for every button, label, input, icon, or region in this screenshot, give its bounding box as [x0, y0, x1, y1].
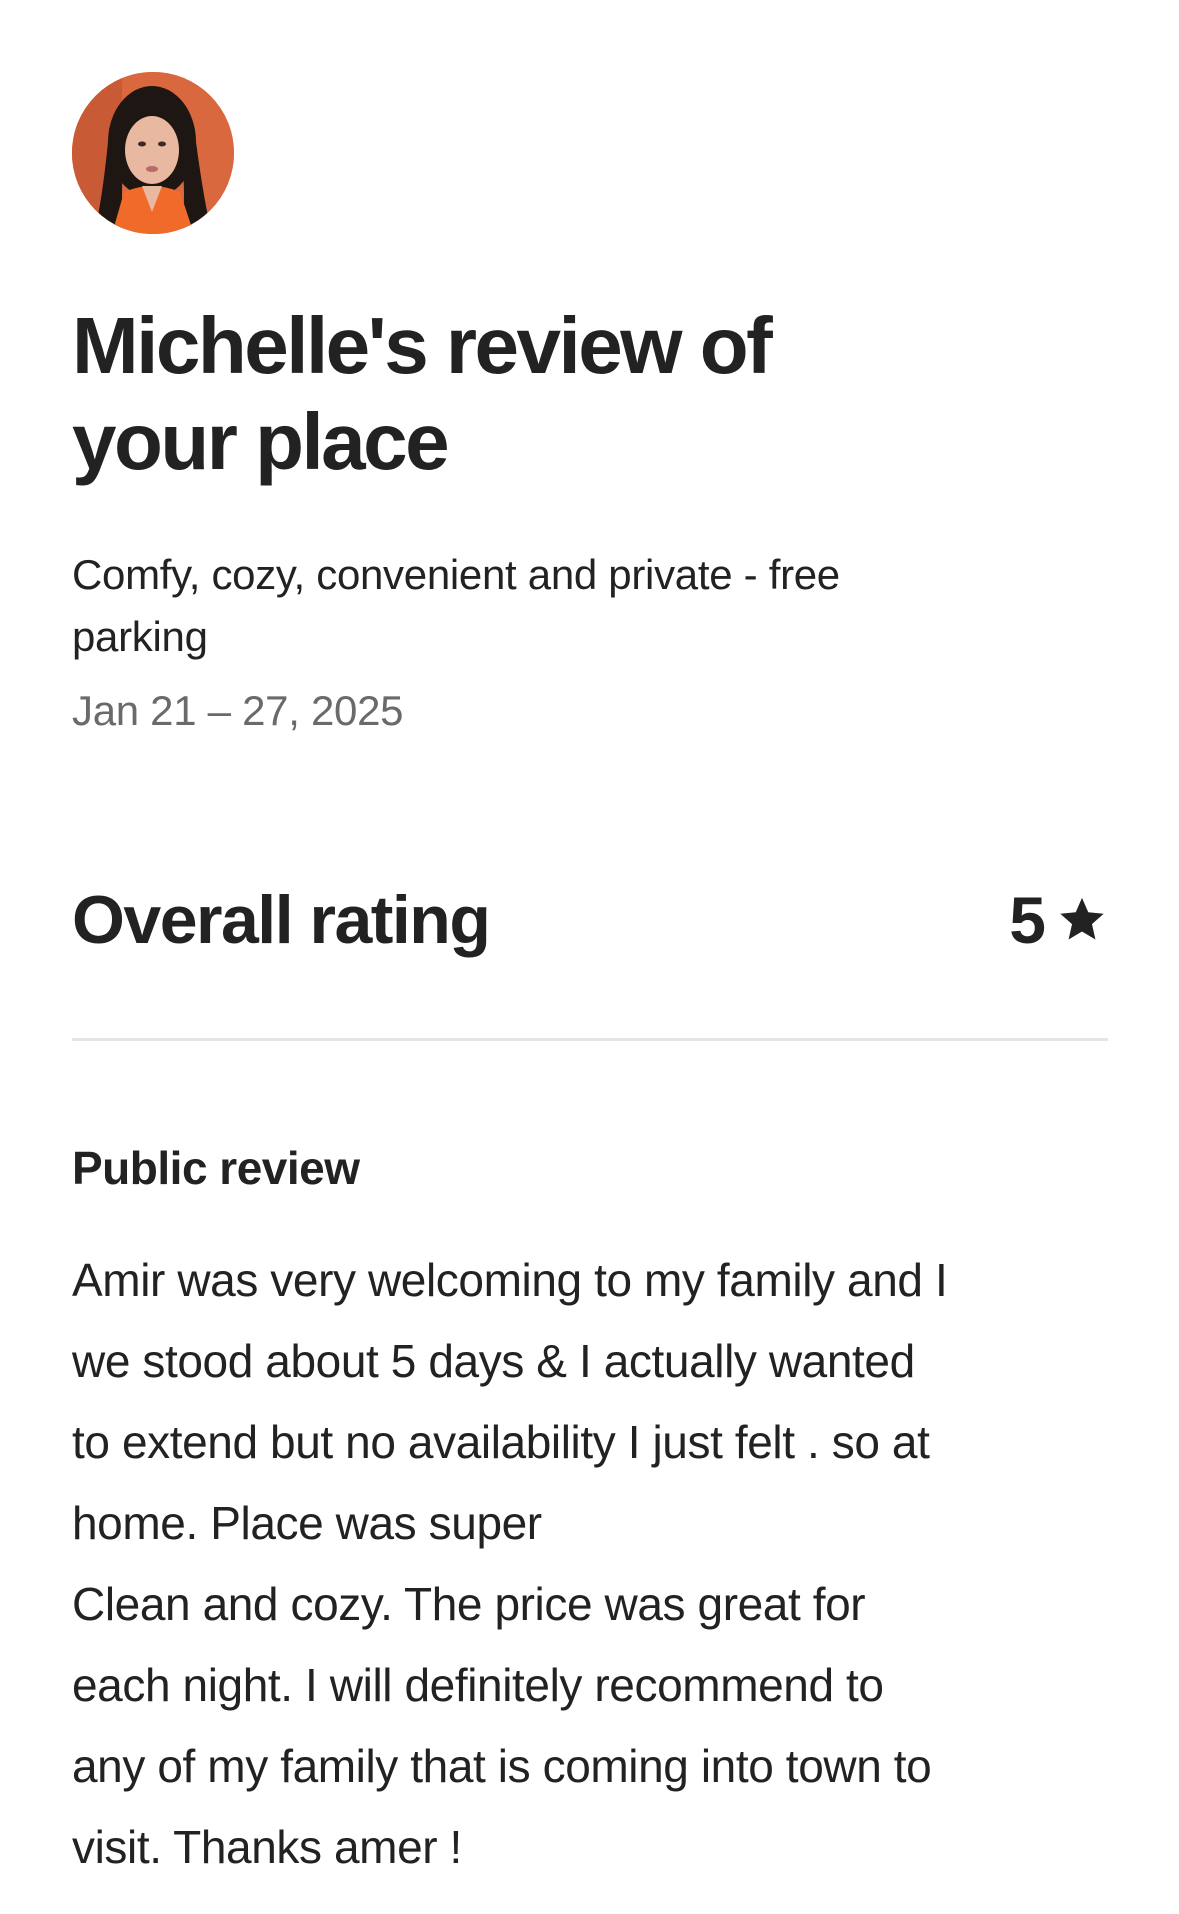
section-divider	[72, 1038, 1108, 1041]
review-line: each night. I will definitely recommend …	[72, 1659, 884, 1711]
public-review-text: Amir was very welcoming to my family and…	[72, 1240, 1122, 1888]
stay-dates: Jan 21 – 27, 2025	[72, 687, 404, 734]
review-page: Michelle's review of your place Comfy, c…	[0, 0, 1179, 1914]
rating-number: 5	[1009, 883, 1046, 957]
reviewer-avatar[interactable]	[72, 72, 234, 234]
review-line: any of my family that is coming into tow…	[72, 1740, 932, 1792]
review-line: visit. Thanks amer !	[72, 1821, 462, 1873]
review-line: Clean and cozy. The price was great for	[72, 1578, 866, 1630]
overall-rating-row: Overall rating 5	[72, 872, 1108, 968]
star-icon	[1060, 897, 1104, 940]
public-review-heading: Public review	[72, 1142, 360, 1194]
review-line: home. Place was super	[72, 1497, 542, 1549]
overall-rating-value: 5	[1009, 872, 1108, 968]
page-title: Michelle's review of your place	[72, 301, 773, 486]
reviewer-avatar-photo-icon	[72, 72, 234, 234]
review-line: Amir was very welcoming to my family and…	[72, 1254, 948, 1306]
review-line: we stood about 5 days & I actually wante…	[72, 1335, 915, 1387]
listing-name: Comfy, cozy, convenient and private - fr…	[72, 551, 840, 660]
overall-rating-label: Overall rating	[72, 882, 491, 958]
review-line: to extend but no availability I just fel…	[72, 1416, 930, 1468]
